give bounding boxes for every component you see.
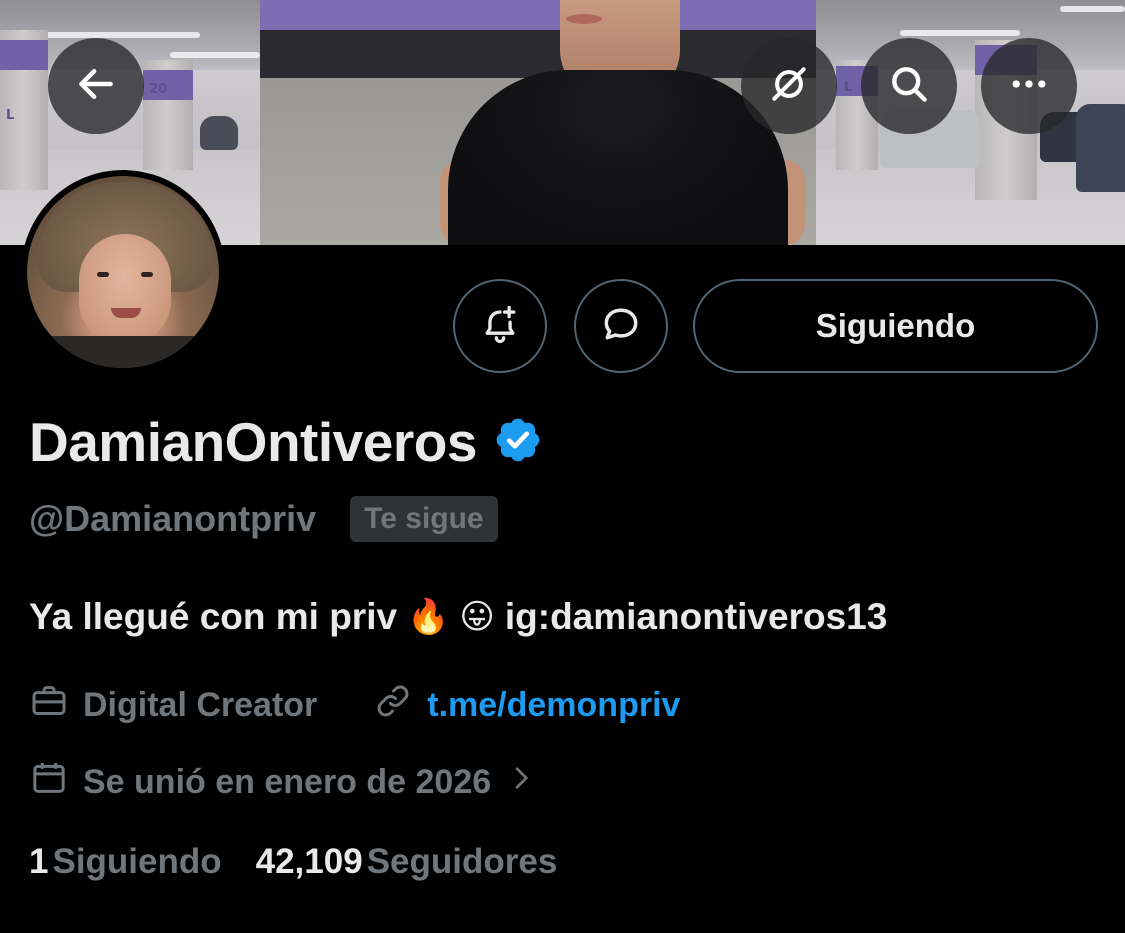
avatar[interactable] — [21, 170, 225, 374]
banner-car — [1076, 104, 1125, 192]
notify-button[interactable] — [453, 279, 547, 373]
handle-row: @Damianontpriv Te sigue — [29, 496, 498, 542]
grok-icon — [767, 62, 811, 111]
avatar-eye — [141, 272, 153, 277]
calendar-icon — [29, 758, 69, 807]
profile-category: Digital Creator — [83, 686, 318, 724]
briefcase-icon — [29, 681, 69, 730]
banner-light — [170, 52, 260, 58]
follows-you-badge: Te sigue — [350, 496, 498, 542]
following-count: 1 — [29, 842, 49, 881]
following-button[interactable]: Siguiendo — [693, 279, 1098, 373]
banner-person-lips — [566, 14, 602, 24]
pillar-number: L — [844, 80, 853, 95]
banner-pillar: L — [0, 30, 48, 190]
bio: Ya llegué con mi priv 🔥 😛 ig:damianontiv… — [29, 596, 887, 638]
search-icon — [887, 62, 931, 111]
tongue-emoji: 😛 — [459, 597, 495, 637]
bell-plus-icon — [478, 302, 522, 351]
following-label: Siguiendo — [52, 842, 222, 881]
chevron-right-icon — [505, 762, 537, 803]
back-button[interactable] — [48, 38, 144, 134]
display-name-row: DamianOntiveros — [29, 410, 543, 474]
banner-light — [1060, 6, 1125, 12]
display-name: DamianOntiveros — [29, 411, 477, 473]
banner-person-shirt — [448, 70, 788, 245]
bio-instagram: ig:damianontiveros13 — [504, 596, 888, 637]
followers-stat[interactable]: 42,109 Seguidores — [256, 842, 558, 882]
fire-emoji: 🔥 — [407, 597, 450, 637]
link-icon — [373, 681, 413, 730]
joined-date: Se unió en enero de 2026 — [83, 763, 492, 801]
profile-link[interactable]: t.me/demonpriv — [427, 686, 680, 725]
following-stat[interactable]: 1 Siguiendo — [29, 842, 222, 882]
pillar-number: L — [6, 108, 15, 123]
avatar-eye — [97, 272, 109, 277]
message-icon — [599, 302, 643, 351]
followers-count: 42,109 — [255, 842, 363, 881]
bio-text: Ya llegué con mi priv — [29, 596, 398, 637]
search-button[interactable] — [861, 38, 957, 134]
arrow-left-icon — [74, 62, 118, 111]
more-icon — [1007, 62, 1051, 111]
more-button[interactable] — [981, 38, 1077, 134]
joined-row[interactable]: Se unió en enero de 2026 — [29, 758, 537, 807]
profile-stats: 1 Siguiendo 42,109 Seguidores — [29, 842, 557, 882]
banner-light — [900, 30, 1020, 36]
banner-car — [200, 116, 238, 150]
verified-badge-icon[interactable] — [493, 415, 543, 470]
avatar-jacket — [27, 336, 219, 368]
banner-pillar: 20 — [143, 60, 193, 170]
grok-button[interactable] — [741, 38, 837, 134]
pillar-number: 20 — [149, 82, 168, 97]
profile-meta-row: Digital Creator t.me/demonpriv — [29, 681, 680, 730]
message-button[interactable] — [574, 279, 668, 373]
banner-light — [30, 32, 200, 38]
avatar-face — [79, 234, 171, 342]
followers-label: Seguidores — [366, 842, 558, 881]
handle: @Damianontpriv — [29, 498, 317, 539]
